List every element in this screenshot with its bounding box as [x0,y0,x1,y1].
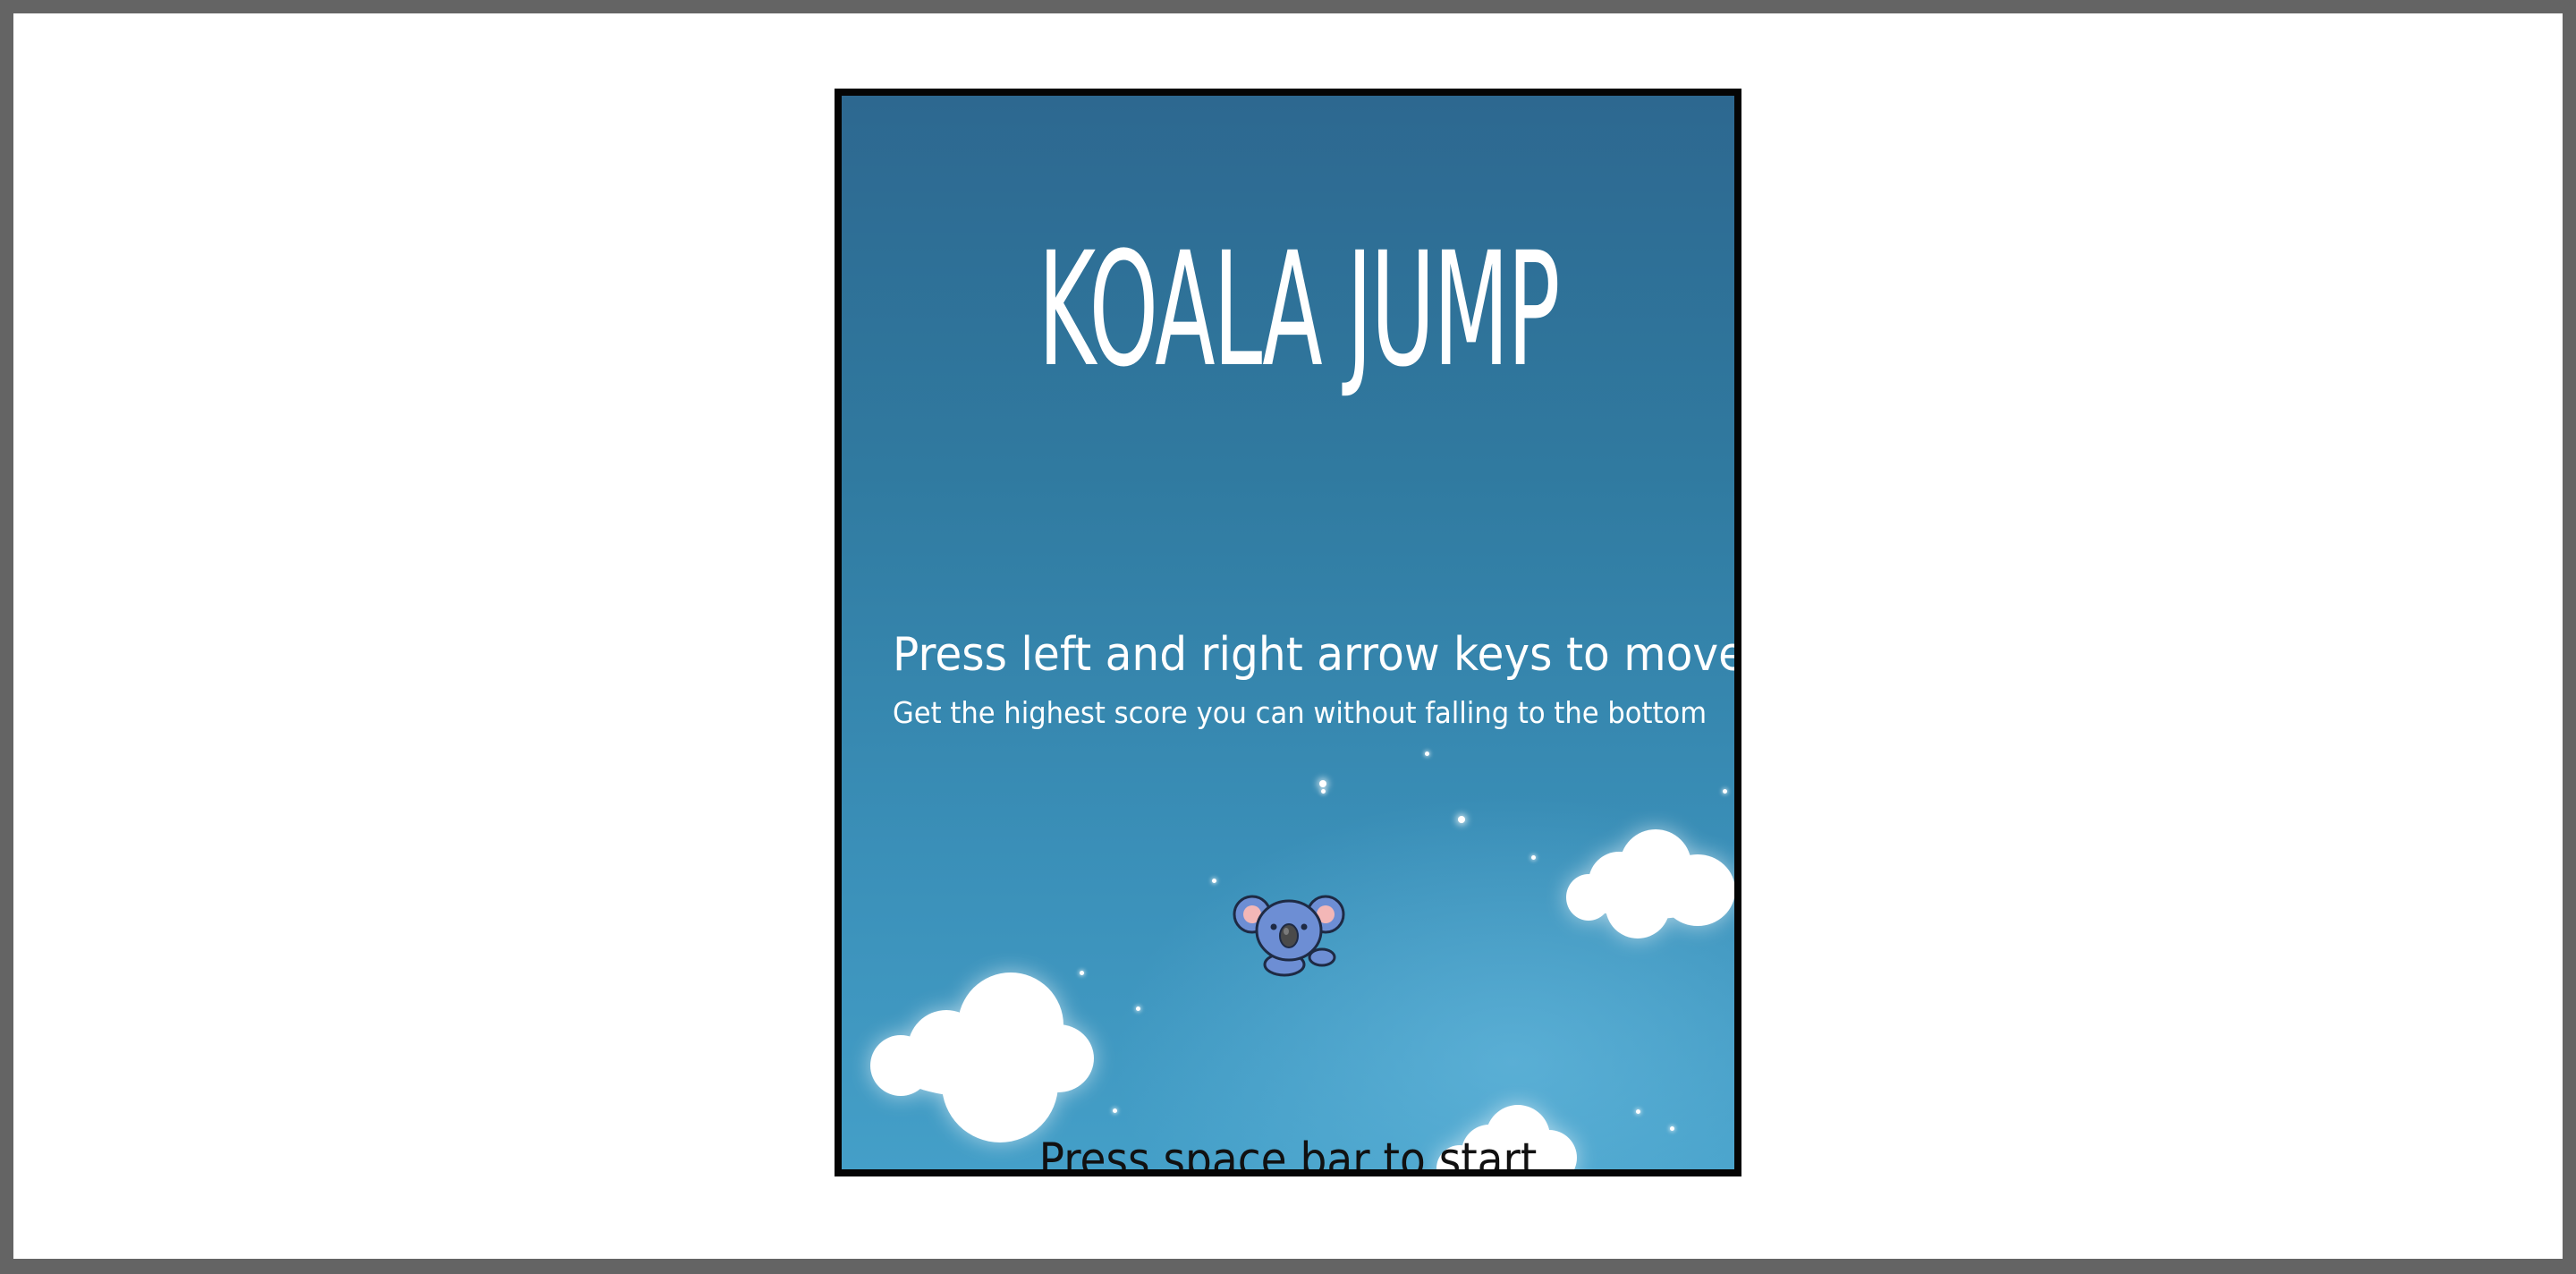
star-icon [1425,752,1429,756]
koala-icon [1233,895,1345,977]
star-icon [1321,789,1326,794]
star-icon [1723,789,1727,794]
star-icon [1136,1006,1140,1011]
game-title: KOALA JUMP [1038,218,1561,402]
star-icon [1113,1108,1117,1113]
page-background: KOALA JUMP Press left and right arrow ke… [13,13,2563,1259]
star-icon [1319,780,1326,787]
star-icon [1458,816,1465,823]
sky-background: KOALA JUMP Press left and right arrow ke… [842,96,1734,1169]
start-prompt: Press space bar to start [1038,1134,1538,1169]
instructions-sub: Get the highest score you can without fa… [893,695,1707,730]
cloud-icon [1566,829,1734,946]
game-canvas[interactable]: KOALA JUMP Press left and right arrow ke… [835,89,1741,1176]
star-icon [1636,1109,1640,1114]
instructions-main: Press left and right arrow keys to move [893,628,1734,682]
cloud-icon [870,972,1103,1151]
star-icon [1531,855,1536,860]
star-icon [1212,879,1216,883]
